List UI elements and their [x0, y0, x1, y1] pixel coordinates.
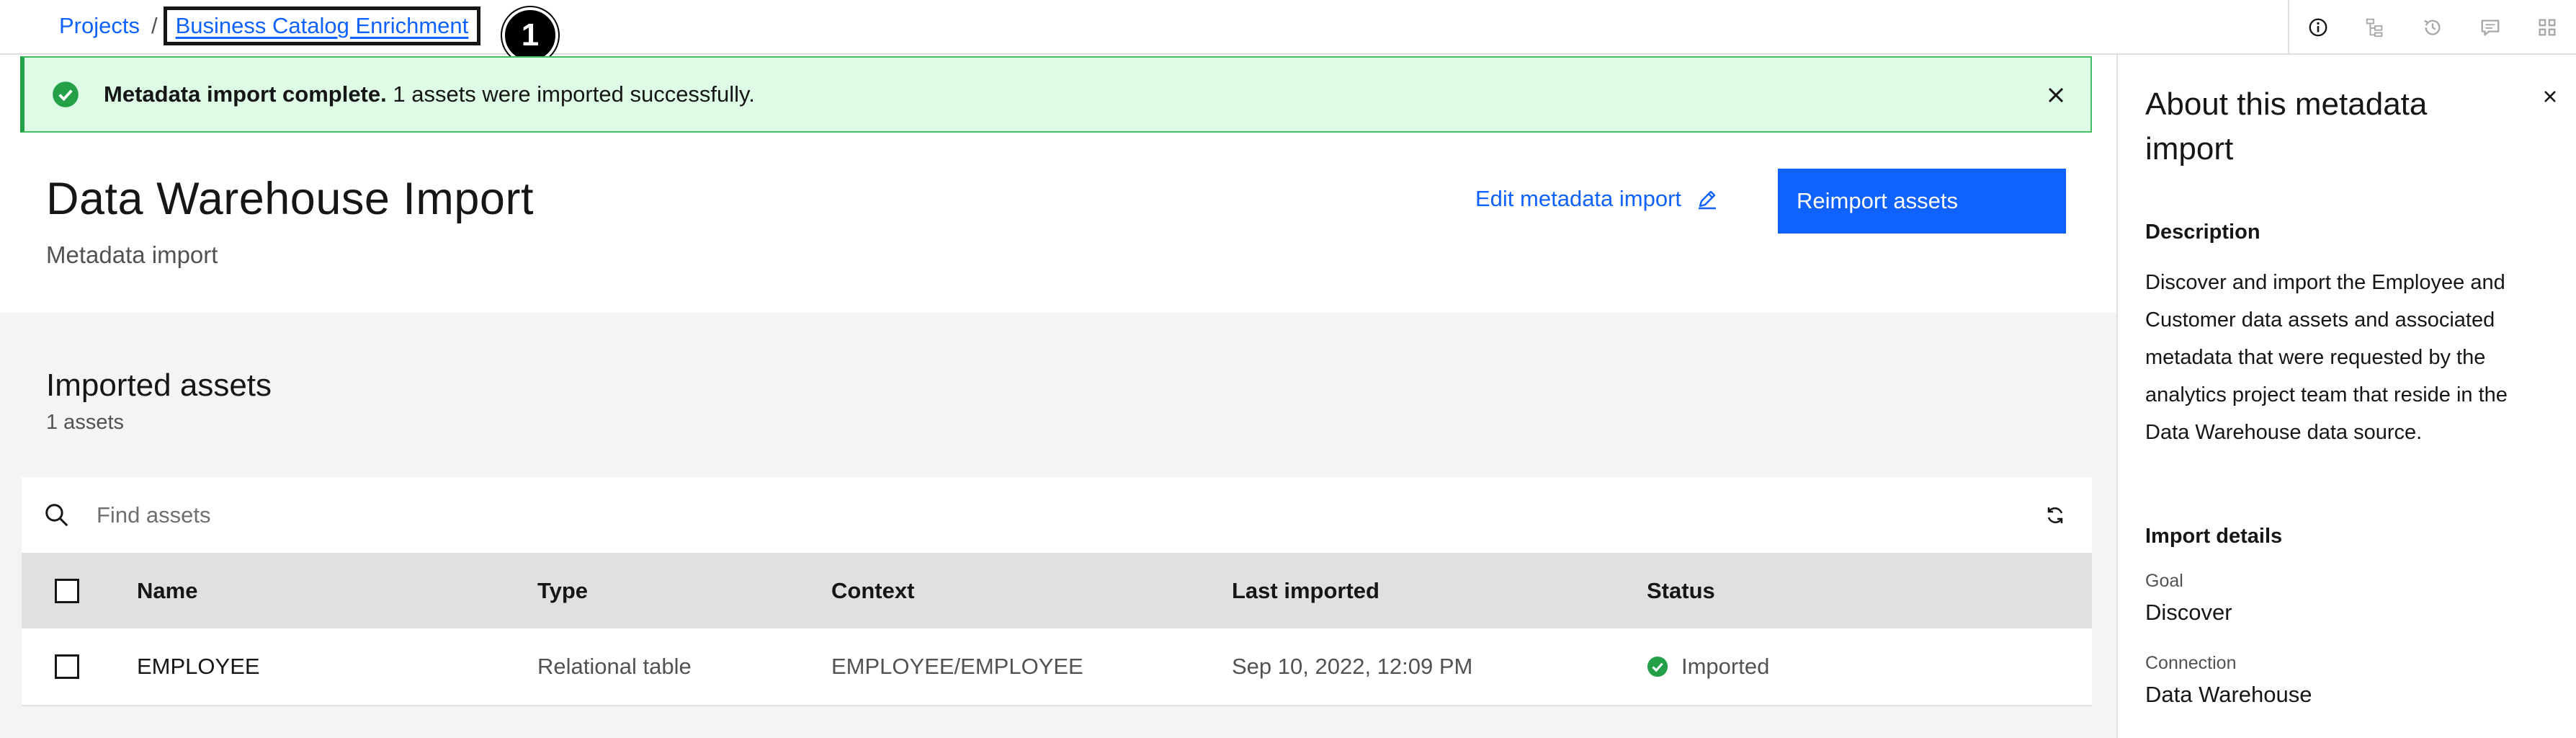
about-side-panel: About this metadata import Description D… — [2116, 55, 2576, 738]
checkmark-filled-icon — [53, 81, 79, 107]
breadcrumb-separator: / — [151, 13, 158, 38]
search-icon — [45, 504, 68, 527]
edit-link-label: Edit metadata import — [1475, 186, 1682, 211]
column-header-type[interactable]: Type — [537, 554, 588, 628]
close-icon — [2048, 87, 2064, 103]
lineage-icon — [2366, 18, 2383, 37]
notification-title: Metadata import complete. — [104, 81, 387, 107]
panel-title: About this metadata import — [2145, 86, 2428, 166]
top-header: Projects / Business Catalog Enrichment 1 — [0, 0, 2576, 63]
cell-context: EMPLOYEE/EMPLOYEE — [831, 654, 1083, 679]
page-subtitle: Metadata import — [46, 241, 218, 268]
notification-close-button[interactable] — [2040, 79, 2072, 111]
table-header-row: Name Type Context Last imported Status — [22, 554, 2092, 628]
select-all-cell — [55, 554, 79, 628]
close-icon — [2544, 91, 2556, 102]
row-checkbox[interactable] — [55, 654, 79, 679]
description-text: Discover and import the Employee and Cus… — [2145, 271, 2508, 444]
refresh-button[interactable] — [2039, 499, 2072, 532]
edit-metadata-import-link[interactable]: Edit metadata import — [1475, 186, 1719, 212]
comment-icon — [2481, 19, 2499, 36]
cell-type: Relational table — [537, 654, 692, 679]
cell-name[interactable]: EMPLOYEE — [137, 628, 260, 705]
apps-button[interactable] — [2518, 0, 2576, 55]
section-title: Imported assets — [46, 368, 272, 403]
apps-icon — [2539, 19, 2556, 36]
row-select-cell — [55, 628, 79, 705]
column-header-name[interactable]: Name — [137, 554, 197, 628]
notification-message: 1 assets were imported successfully. — [386, 81, 755, 107]
edit-icon — [1699, 190, 1717, 210]
breadcrumb-projects-link[interactable]: Projects — [59, 13, 140, 39]
notification-text: Metadata import complete. 1 assets were … — [104, 81, 755, 107]
column-header-last-imported[interactable]: Last imported — [1232, 554, 1379, 628]
connection-label: Connection — [2145, 653, 2237, 673]
goal-label: Goal — [2145, 571, 2183, 591]
header-toolbar — [2288, 0, 2576, 55]
description-heading: Description — [2145, 221, 2260, 244]
status-label: Imported — [1681, 654, 1770, 679]
breadcrumb-project-link[interactable]: Business Catalog Enrichment — [163, 6, 481, 45]
refresh-icon — [2047, 507, 2063, 524]
lineage-button[interactable] — [2347, 0, 2405, 55]
column-header-status[interactable]: Status — [1647, 554, 1715, 628]
page-title: Data Warehouse Import — [46, 174, 534, 224]
search-input[interactable] — [97, 494, 1969, 536]
breadcrumb: Projects / Business Catalog Enrichment — [59, 6, 481, 45]
success-notification: Metadata import complete. 1 assets were … — [20, 56, 2092, 133]
reimport-assets-button[interactable]: Reimport assets — [1778, 169, 2066, 234]
comments-button[interactable] — [2461, 0, 2519, 55]
info-button[interactable] — [2289, 0, 2347, 55]
history-icon — [2424, 19, 2441, 35]
cell-status: Imported — [1647, 628, 1769, 705]
panel-close-button[interactable] — [2536, 82, 2564, 111]
search-toolbar — [22, 477, 2092, 554]
checkmark-filled-icon — [1647, 656, 1668, 677]
step-marker-badge: 1 — [502, 7, 558, 63]
assets-table: Name Type Context Last imported Status E… — [22, 554, 2092, 706]
import-details-heading: Import details — [2145, 525, 2283, 548]
table-row[interactable]: EMPLOYEE Relational table EMPLOYEE/EMPLO… — [22, 628, 2092, 706]
asset-count: 1 assets — [46, 411, 124, 434]
cell-last-imported: Sep 10, 2022, 12:09 PM — [1232, 654, 1473, 679]
column-header-context[interactable]: Context — [831, 554, 914, 628]
goal-value: Discover — [2145, 600, 2232, 625]
history-button[interactable] — [2404, 0, 2461, 55]
connection-value: Data Warehouse — [2145, 682, 2312, 707]
info-icon — [2309, 18, 2327, 37]
select-all-checkbox[interactable] — [55, 579, 79, 603]
